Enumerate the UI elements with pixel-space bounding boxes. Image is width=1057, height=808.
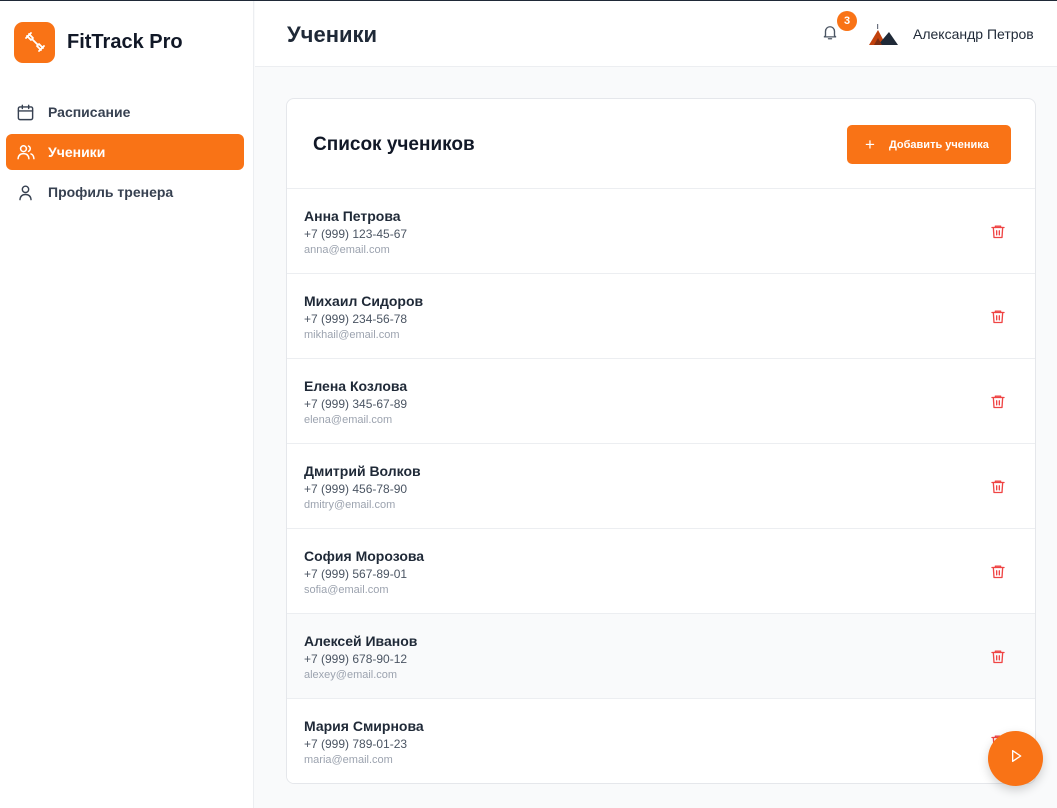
sidebar-item-students[interactable]: Ученики [6, 134, 244, 170]
top-header: Ученики 3 Александр Петров [255, 1, 1057, 67]
trash-icon[interactable] [990, 648, 1006, 665]
student-phone: +7 (999) 678-90-12 [304, 652, 408, 666]
student-email: dmitry@email.com [304, 499, 396, 511]
student-row[interactable]: София Морозова +7 (999) 567-89-01 sofia@… [287, 529, 1035, 614]
student-phone: +7 (999) 234-56-78 [304, 312, 408, 326]
page-title: Ученики [287, 22, 378, 47]
student-row[interactable]: Мария Смирнова +7 (999) 789-01-23 maria@… [287, 699, 1035, 783]
student-phone: +7 (999) 456-78-90 [304, 482, 408, 496]
student-email: maria@email.com [304, 754, 393, 766]
student-name: София Морозова [304, 548, 425, 564]
play-button[interactable] [988, 731, 1043, 786]
play-icon [1008, 748, 1024, 769]
add-student-label: Добавить ученика [888, 138, 989, 151]
student-name: Мария Смирнова [304, 718, 424, 734]
card-title: Список учеников [313, 134, 475, 155]
dumbbell-icon [14, 21, 55, 63]
sidebar: FitTrack Pro Расписание Ученики Профиль … [0, 1, 254, 808]
student-phone: +7 (999) 789-01-23 [304, 737, 408, 751]
brand: FitTrack Pro [0, 1, 253, 83]
sidebar-item-label: Ученики [48, 144, 106, 160]
student-email: elena@email.com [304, 414, 393, 426]
student-name: Алексей Иванов [304, 633, 418, 649]
trash-icon[interactable] [990, 308, 1006, 325]
student-row[interactable]: Дмитрий Волков +7 (999) 456-78-90 dmitry… [287, 444, 1035, 529]
add-student-button[interactable]: + Добавить ученика [847, 125, 1011, 164]
sidebar-item-schedule[interactable]: Расписание [6, 94, 244, 130]
student-name: Михаил Сидоров [304, 293, 424, 309]
sidebar-item-trainer-profile[interactable]: Профиль тренера [6, 174, 244, 210]
plus-icon: + [865, 135, 875, 154]
student-email: alexey@email.com [304, 669, 398, 681]
student-phone: +7 (999) 567-89-01 [304, 567, 408, 581]
users-icon [15, 142, 36, 163]
student-name: Анна Петрова [304, 208, 401, 224]
student-row[interactable]: Елена Козлова +7 (999) 345-67-89 elena@e… [287, 359, 1035, 444]
student-phone: +7 (999) 123-45-67 [304, 227, 408, 241]
user-name[interactable]: Александр Петров [913, 26, 1034, 42]
sidebar-item-label: Профиль тренера [48, 184, 174, 200]
student-row[interactable]: Алексей Иванов +7 (999) 678-90-12 alexey… [287, 614, 1035, 699]
trash-icon[interactable] [990, 393, 1006, 410]
student-name: Дмитрий Волков [304, 463, 421, 479]
student-row[interactable]: Михаил Сидоров +7 (999) 234-56-78 mikhai… [287, 274, 1035, 359]
trash-icon[interactable] [990, 478, 1006, 495]
notification-badge: 3 [837, 11, 857, 31]
trash-icon[interactable] [990, 223, 1006, 240]
avatar[interactable] [867, 21, 901, 49]
students-card: Список учеников + Добавить ученика Анна … [286, 98, 1036, 784]
student-row[interactable]: Анна Петрова +7 (999) 123-45-67 anna@ema… [287, 189, 1035, 274]
calendar-icon [15, 102, 36, 123]
trash-icon[interactable] [990, 563, 1006, 580]
student-email: sofia@email.com [304, 584, 389, 596]
card-header: Список учеников + Добавить ученика [287, 99, 1035, 189]
student-email: anna@email.com [304, 244, 390, 256]
brand-name: FitTrack Pro [67, 30, 183, 53]
student-phone: +7 (999) 345-67-89 [304, 397, 408, 411]
student-name: Елена Козлова [304, 378, 408, 394]
student-email: mikhail@email.com [304, 329, 400, 341]
sidebar-nav: Расписание Ученики Профиль тренера [0, 83, 253, 210]
user-icon [15, 182, 36, 203]
sidebar-item-label: Расписание [48, 104, 131, 120]
